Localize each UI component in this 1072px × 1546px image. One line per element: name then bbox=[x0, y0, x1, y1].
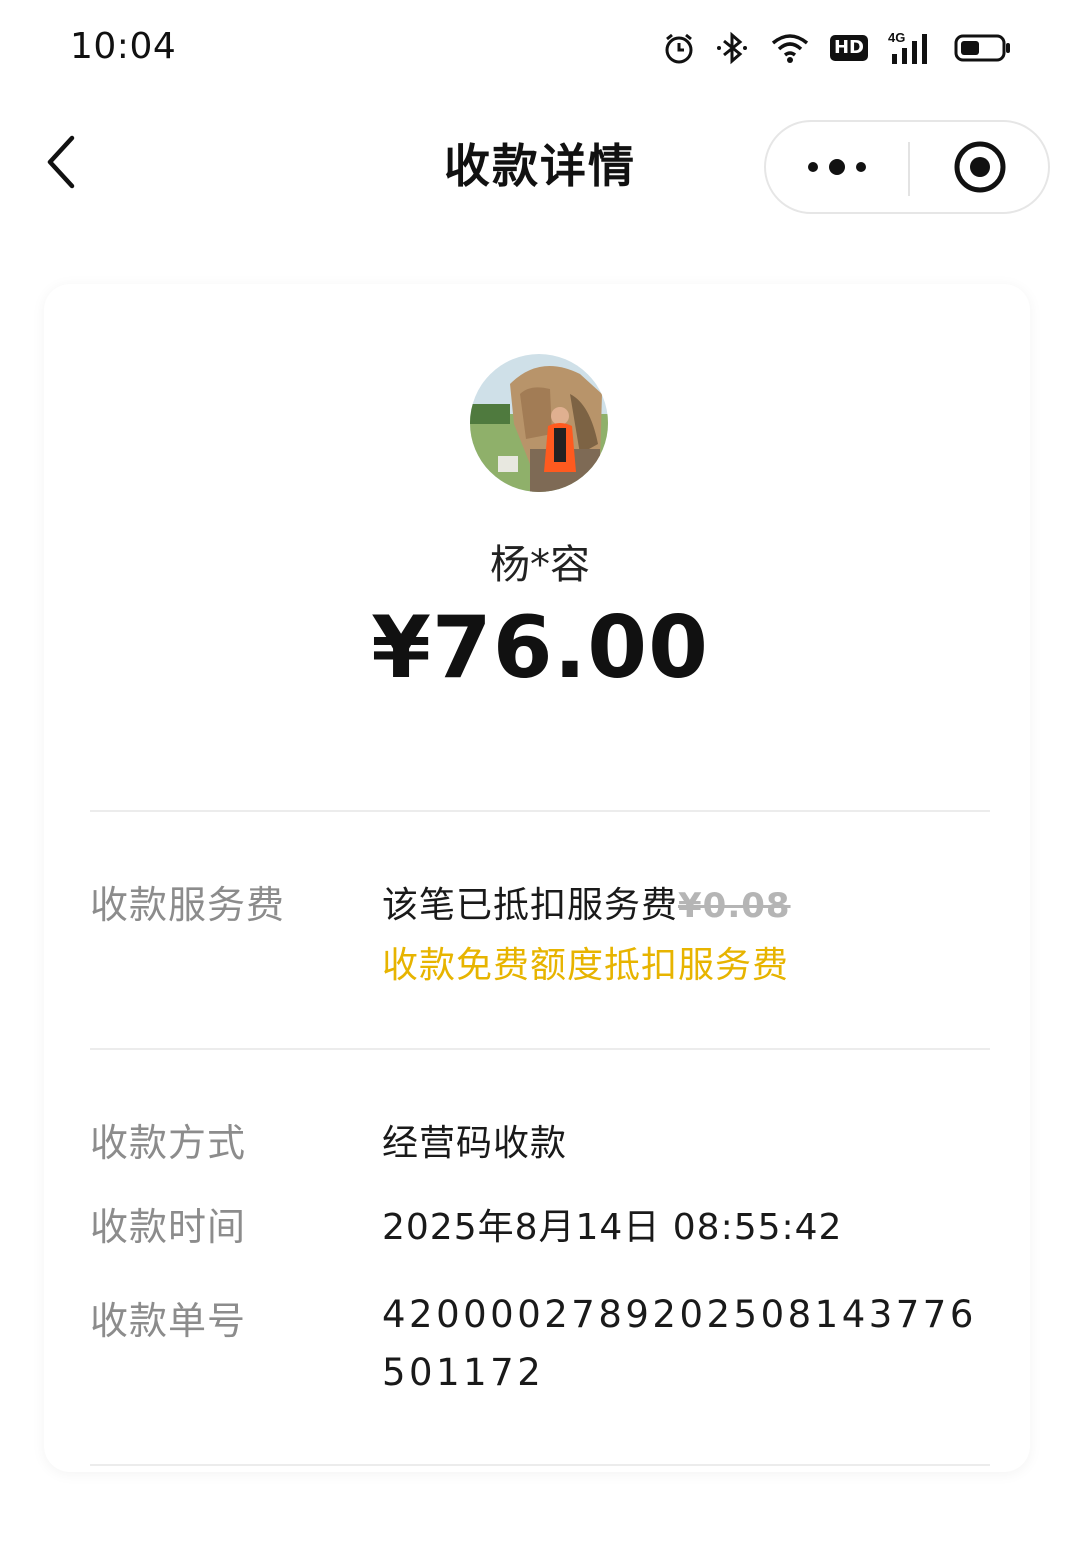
more-button[interactable] bbox=[766, 122, 908, 212]
payment-amount: ¥76.00 bbox=[371, 598, 709, 698]
payer-name: 杨*容 bbox=[490, 542, 590, 588]
record-circle-icon bbox=[954, 141, 1006, 193]
nav-bar: 收款详情 bbox=[0, 100, 1072, 224]
order-label: 收款单号 bbox=[90, 1299, 247, 1343]
bluetooth-icon bbox=[716, 31, 750, 65]
close-miniprogram-button[interactable] bbox=[910, 122, 1050, 212]
divider bbox=[90, 810, 990, 812]
signal-icon: 4G bbox=[888, 30, 934, 66]
more-dots-icon bbox=[808, 159, 866, 175]
battery-icon bbox=[954, 33, 1012, 63]
order-number: 4200002789202508143776501172 bbox=[382, 1293, 977, 1394]
payment-detail-card: 杨*容 ¥76.00 收款服务费 该笔已抵扣服务费¥0.08 收款免费额度抵扣服… bbox=[44, 284, 1030, 1472]
avatar bbox=[470, 354, 608, 492]
wifi-icon bbox=[770, 31, 810, 65]
status-time: 10:04 bbox=[70, 26, 177, 67]
divider bbox=[90, 1464, 990, 1466]
time-value: 2025年8月14日 08:55:42 bbox=[382, 1207, 843, 1248]
fee-value: 该笔已抵扣服务费¥0.08 bbox=[382, 876, 791, 928]
status-bar: 10:04 HD 4G bbox=[0, 0, 1072, 96]
fee-deduction-note: 收款免费额度抵扣服务费 bbox=[382, 945, 790, 986]
hd-icon: HD bbox=[829, 35, 868, 61]
method-value: 经营码收款 bbox=[382, 1123, 568, 1164]
method-label: 收款方式 bbox=[90, 1121, 247, 1165]
network-type-label: 4G bbox=[888, 30, 905, 45]
capsule-menu bbox=[764, 120, 1050, 214]
divider bbox=[90, 1048, 990, 1050]
status-icons: HD 4G bbox=[662, 28, 1012, 68]
fee-value-text: 该笔已抵扣服务费 bbox=[382, 885, 679, 926]
time-label: 收款时间 bbox=[90, 1205, 247, 1249]
alarm-icon bbox=[662, 31, 696, 65]
original-fee: ¥0.08 bbox=[678, 886, 791, 926]
fee-label: 收款服务费 bbox=[90, 883, 286, 927]
